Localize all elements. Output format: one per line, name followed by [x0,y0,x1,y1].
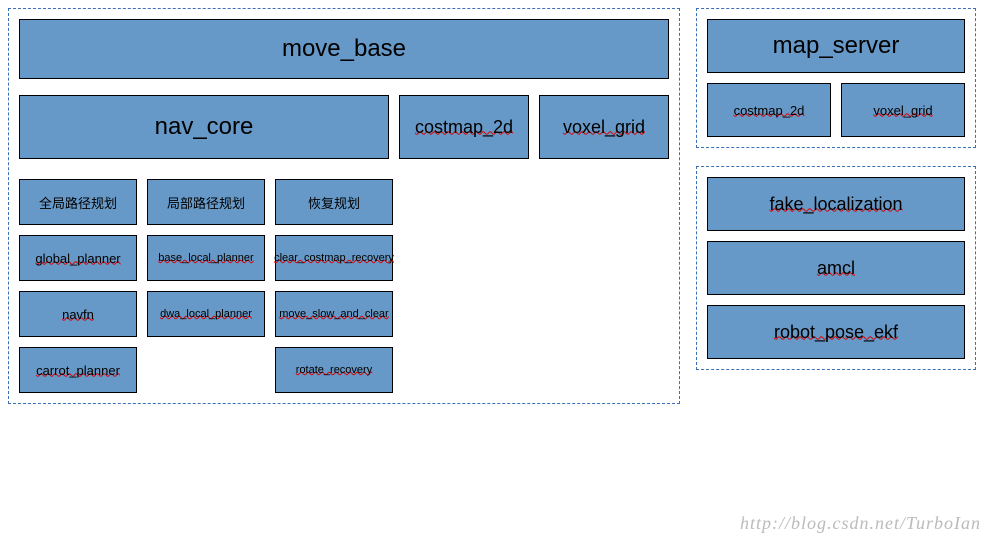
dwa-local-planner: dwa_local_planner [147,291,265,337]
local-header: 局部路径规划 [147,179,265,225]
map-server-group: map_server costmap_2d voxel_grid [696,8,976,148]
navfn: navfn [19,291,137,337]
costmap-2d-box: costmap_2d [399,95,529,159]
map-server-box: map_server [707,19,965,73]
amcl: amcl [707,241,965,295]
voxel-grid-box: voxel_grid [539,95,669,159]
watermark: http://blog.csdn.net/TurboIan [740,513,981,534]
global-header: 全局路径规划 [19,179,137,225]
rotate-recovery: rotate_recovery [275,347,393,393]
recovery-column: 恢复规划 clear_costmap_recovery move_slow_an… [275,179,393,393]
map-server-voxel-grid: voxel_grid [841,83,965,137]
carrot-planner: carrot_planner [19,347,137,393]
map-server-costmap-2d: costmap_2d [707,83,831,137]
global-planner-column: 全局路径规划 global_planner navfn carrot_plann… [19,179,137,393]
local-planner-column: 局部路径规划 base_local_planner dwa_local_plan… [147,179,265,393]
global-planner: global_planner [19,235,137,281]
nav-core-box: nav_core [19,95,389,159]
robot-pose-ekf: robot_pose_ekf [707,305,965,359]
clear-costmap-recovery: clear_costmap_recovery [275,235,393,281]
move-base-group: move_base nav_core costmap_2d voxel_grid… [8,8,680,404]
move-base-box: move_base [19,19,669,79]
move-slow-and-clear: move_slow_and_clear [275,291,393,337]
localization-group: fake_localization amcl robot_pose_ekf [696,166,976,370]
recovery-header: 恢复规划 [275,179,393,225]
fake-localization: fake_localization [707,177,965,231]
base-local-planner: base_local_planner [147,235,265,281]
